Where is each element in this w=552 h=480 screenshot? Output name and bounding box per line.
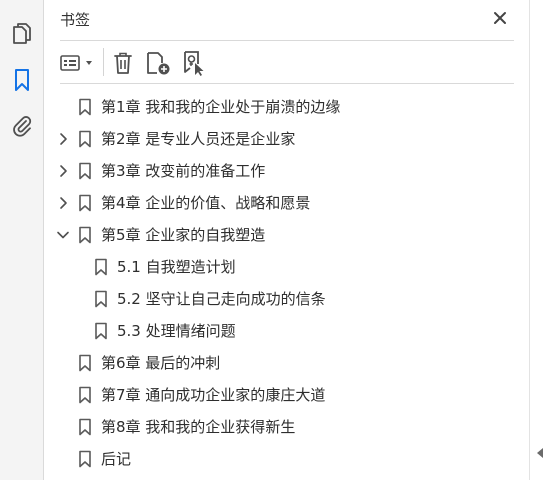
bookmark-label: 第8章 我和我的企业获得新生 [101, 418, 296, 436]
bookmark-item[interactable]: 5.2 坚守让自己走向成功的信条 [44, 283, 529, 315]
chevron-right-icon[interactable] [56, 131, 70, 147]
delete-bookmark-button[interactable] [110, 50, 136, 76]
bookmark-item[interactable]: 后记 [44, 443, 529, 475]
bookmark-item[interactable]: 第6章 最后的冲刺 [44, 347, 529, 379]
pages-icon[interactable] [8, 20, 36, 48]
bookmark-icon [78, 130, 92, 148]
bookmark-item[interactable]: 第8章 我和我的企业获得新生 [44, 411, 529, 443]
bookmark-from-selection-icon [184, 51, 204, 76]
bookmark-item[interactable]: 第3章 改变前的准备工作 [44, 155, 529, 187]
bookmark-icon [78, 386, 92, 404]
bookmark-icon [78, 162, 92, 180]
bookmark-label: 第1章 我和我的企业处于崩溃的边缘 [101, 98, 341, 116]
toolbar-divider [60, 83, 514, 84]
bookmark-icon [78, 450, 92, 468]
bookmark-item[interactable]: 第7章 通向成功企业家的康庄大道 [44, 379, 529, 411]
toolbar-separator [103, 48, 104, 76]
chevron-right-icon[interactable] [56, 195, 70, 211]
delete-icon [114, 52, 132, 74]
bookmark-label: 5.2 坚守让自己走向成功的信条 [117, 290, 326, 308]
bookmark-item[interactable]: 第1章 我和我的企业处于崩溃的边缘 [44, 91, 529, 123]
bookmark-label: 后记 [101, 450, 132, 468]
close-icon[interactable] [490, 8, 510, 28]
bookmark-label: 第4章 企业的价值、战略和愿景 [101, 194, 311, 212]
chevron-right-icon[interactable] [56, 163, 70, 179]
chevron-down-icon[interactable] [56, 227, 70, 243]
bookmark-label: 第5章 企业家的自我塑造 [101, 226, 266, 244]
navigation-rail [0, 0, 44, 480]
bookmark-icon [78, 354, 92, 372]
bookmark-label: 第6章 最后的冲刺 [101, 354, 221, 372]
title-divider [60, 40, 514, 41]
options-menu-icon [60, 55, 92, 71]
bookmark-icon [94, 290, 108, 308]
bookmark-icon[interactable] [8, 66, 36, 94]
scroll-arrow-left-icon[interactable] [537, 448, 543, 458]
bookmark-item[interactable]: 第5章 企业家的自我塑造 [44, 219, 529, 251]
options-menu-button[interactable] [59, 50, 97, 76]
bookmark-icon [78, 226, 92, 244]
scrollbar[interactable] [529, 0, 552, 480]
bookmark-icon [78, 418, 92, 436]
bookmark-item[interactable]: 5.1 自我塑造计划 [44, 251, 529, 283]
bookmark-icon [78, 98, 92, 116]
bookmark-item[interactable]: 5.3 处理情绪问题 [44, 315, 529, 347]
bookmark-icon [94, 322, 108, 340]
bookmark-from-selection-button[interactable] [180, 50, 208, 76]
bookmark-label: 5.1 自我塑造计划 [117, 258, 236, 276]
bookmark-label: 第2章 是专业人员还是企业家 [101, 130, 296, 148]
bookmark-item[interactable]: 第4章 企业的价值、战略和愿景 [44, 187, 529, 219]
paperclip-icon[interactable] [8, 112, 36, 140]
new-bookmark-button[interactable] [144, 50, 172, 76]
bookmark-label: 5.3 处理情绪问题 [117, 322, 236, 340]
bookmarks-panel: 书签 第1章 我和我的企业处于崩溃的边缘 第2章 是专业人员还是企业家 第3章 … [44, 0, 529, 480]
new-bookmark-icon [147, 52, 170, 75]
bookmark-label: 第7章 通向成功企业家的康庄大道 [101, 386, 326, 404]
bookmark-item[interactable]: 第2章 是专业人员还是企业家 [44, 123, 529, 155]
bookmark-icon [78, 194, 92, 212]
panel-title: 书签 [60, 11, 91, 29]
bookmark-label: 第3章 改变前的准备工作 [101, 162, 266, 180]
bookmark-icon [94, 258, 108, 276]
